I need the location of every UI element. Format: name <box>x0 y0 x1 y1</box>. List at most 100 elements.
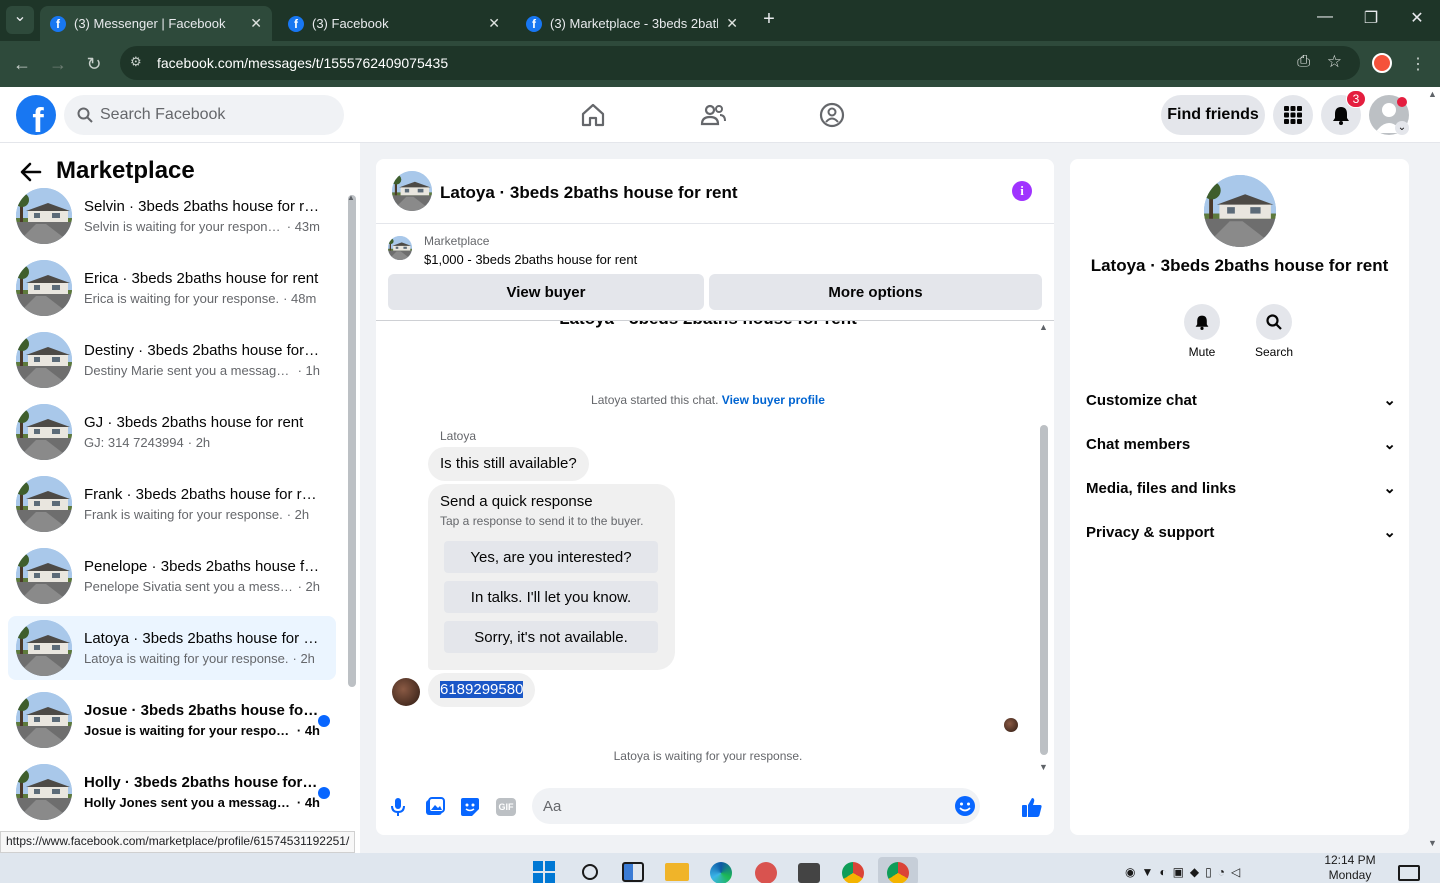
scroll-up-arrow-icon[interactable]: ▲ <box>347 193 355 202</box>
mute-button[interactable] <box>1184 304 1220 340</box>
bookmark-star-icon[interactable]: ☆ <box>1327 52 1342 72</box>
app-icon[interactable] <box>755 862 777 883</box>
microphone-icon[interactable] <box>390 797 406 817</box>
tab-marketplace[interactable]: f (3) Marketplace - 3beds 2baths ✕ <box>516 6 748 41</box>
store-icon[interactable] <box>798 863 820 883</box>
conversation-item[interactable]: Selvin · 3beds 2baths house for rent Selv… <box>8 184 336 248</box>
minimize-icon[interactable]: — <box>1310 8 1340 26</box>
emoji-icon[interactable] <box>954 795 976 817</box>
page-scroll-down-icon[interactable]: ▼ <box>1428 838 1437 848</box>
task-view-icon[interactable] <box>622 862 644 882</box>
section-label: Media, files and links <box>1086 479 1237 497</box>
tab-search-chevron-icon[interactable]: ⌄ <box>6 6 34 34</box>
file-explorer-icon[interactable] <box>665 863 689 881</box>
gif-icon[interactable]: GIF <box>496 798 516 816</box>
tab-messenger[interactable]: f (3) Messenger | Facebook ✕ <box>40 6 272 41</box>
media-files-links-section[interactable]: Media, files and links ⌄ <box>1086 479 1396 498</box>
conversation-name: Penelope · 3beds 2baths house for rent <box>84 558 320 575</box>
chat-scroll-down-icon[interactable]: ▼ <box>1039 762 1048 772</box>
conversation-preview: Josue is waiting for your respon... <box>84 723 293 738</box>
back-arrow-icon[interactable] <box>20 161 42 183</box>
chrome-icon[interactable] <box>842 862 864 883</box>
search-placeholder: Search Facebook <box>100 106 226 123</box>
profile-avatar-icon[interactable] <box>1372 53 1392 73</box>
message-composer: GIF Aa <box>376 784 1054 835</box>
more-options-button[interactable]: More options <box>709 274 1042 310</box>
chat-title[interactable]: Latoya · 3beds 2baths house for rent <box>440 183 738 203</box>
clock-day[interactable]: Monday <box>1318 868 1382 882</box>
close-tab-icon[interactable]: ✕ <box>726 15 738 32</box>
message-bubble[interactable]: Is this still available? <box>428 447 589 481</box>
groups-icon[interactable] <box>818 101 846 129</box>
sidebar-scrollbar[interactable] <box>348 195 356 687</box>
sender-avatar[interactable] <box>392 678 420 706</box>
new-tab-button[interactable]: + <box>754 8 784 31</box>
browser-menu-icon[interactable]: ⋮ <box>1406 54 1430 74</box>
details-avatar[interactable] <box>1204 175 1276 247</box>
sender-name: Latoya <box>440 429 477 443</box>
info-icon[interactable]: i <box>1012 181 1032 201</box>
find-friends-button[interactable]: Find friends <box>1161 95 1265 135</box>
chevron-down-icon: ⌄ <box>1383 524 1396 541</box>
system-tray-icons[interactable]: ◉▼◐▣◆▯◔◁ <box>1125 865 1246 879</box>
chat-scrollbar[interactable] <box>1040 425 1048 755</box>
conversation-item[interactable]: Latoya · 3beds 2baths house for rent Lato… <box>8 616 336 680</box>
friends-icon[interactable] <box>699 101 727 129</box>
url-field[interactable]: ⚙ facebook.com/messages/t/15557624090754… <box>120 46 1360 80</box>
unread-dot <box>318 787 330 799</box>
browser-tab-bar: ⌄ f (3) Messenger | Facebook ✕ f (3) Fac… <box>0 0 1440 41</box>
quick-response-in-talks[interactable]: In talks. I'll let you know. <box>444 581 658 613</box>
clock-time[interactable]: 12:14 PM <box>1318 853 1382 867</box>
install-app-icon[interactable]: ⎙ <box>1297 53 1310 71</box>
reload-icon[interactable]: ↻ <box>82 54 106 75</box>
facebook-favicon-icon: f <box>288 15 304 32</box>
search-chat-button[interactable] <box>1256 304 1292 340</box>
message-bubble-phone[interactable]: 6189299580 <box>428 673 536 707</box>
photo-icon[interactable] <box>425 797 445 817</box>
account-chevron-down-icon[interactable]: ⌄ <box>1395 121 1409 135</box>
house-photo <box>16 620 72 676</box>
conversation-item[interactable]: Frank · 3beds 2baths house for rent Frank… <box>8 472 336 536</box>
message-input[interactable]: Aa <box>532 788 980 824</box>
quick-response-yes[interactable]: Yes, are you interested? <box>444 541 658 573</box>
view-buyer-profile-link[interactable]: View buyer profile <box>722 393 825 407</box>
facebook-logo[interactable]: f <box>16 95 56 135</box>
customize-chat-section[interactable]: Customize chat ⌄ <box>1086 391 1396 410</box>
listing-thumbnail[interactable] <box>388 236 412 260</box>
close-tab-icon[interactable]: ✕ <box>250 15 262 32</box>
conversation-item[interactable]: Holly · 3beds 2baths house for rent Holly… <box>8 760 336 824</box>
notification-center-icon[interactable] <box>1398 865 1420 881</box>
chat-scroll-up-icon[interactable]: ▲ <box>1039 322 1048 332</box>
listing-title[interactable]: $1,000 - 3beds 2baths house for rent <box>424 252 637 267</box>
chat-panel: Latoya · 3beds 2baths house for rent i M… <box>376 159 1054 835</box>
restore-icon[interactable]: ❐ <box>1356 8 1386 28</box>
site-info-icon[interactable]: ⚙ <box>130 54 142 70</box>
house-photo <box>16 548 72 604</box>
back-icon[interactable]: ← <box>10 54 34 75</box>
conversation-item[interactable]: Erica · 3beds 2baths house for rent Erica… <box>8 256 336 320</box>
close-tab-icon[interactable]: ✕ <box>488 15 500 32</box>
edge-icon[interactable] <box>710 862 732 883</box>
start-icon[interactable] <box>533 861 555 883</box>
taskbar-search-icon[interactable] <box>580 862 600 882</box>
chat-members-section[interactable]: Chat members ⌄ <box>1086 435 1396 454</box>
home-icon[interactable] <box>579 101 607 129</box>
view-buyer-button[interactable]: View buyer <box>388 274 704 310</box>
menu-grid-icon[interactable] <box>1273 95 1313 135</box>
thumbs-up-icon[interactable] <box>1021 796 1043 818</box>
sticker-icon[interactable] <box>460 797 480 817</box>
privacy-support-section[interactable]: Privacy & support ⌄ <box>1086 523 1396 542</box>
conversation-item[interactable]: GJ · 3beds 2baths house for rent GJ: 314 … <box>8 400 336 464</box>
conversation-item[interactable]: Josue · 3beds 2baths house for rent Josue… <box>8 688 336 752</box>
chrome-active-taskbar-item[interactable] <box>878 857 918 883</box>
conversation-item[interactable]: Penelope · 3beds 2baths house for rent Pe… <box>8 544 336 608</box>
conversation-preview: Latoya is waiting for your response. <box>84 651 289 666</box>
tab-facebook[interactable]: f (3) Facebook ✕ <box>278 6 510 41</box>
quick-response-not-available[interactable]: Sorry, it's not available. <box>444 621 658 653</box>
close-window-icon[interactable]: ✕ <box>1402 8 1432 28</box>
chat-header-avatar[interactable] <box>392 171 432 211</box>
forward-icon[interactable]: → <box>46 54 70 75</box>
search-input[interactable]: Search Facebook <box>64 95 344 135</box>
conversation-item[interactable]: Destiny · 3beds 2baths house for rent Des… <box>8 328 336 392</box>
page-scroll-up-icon[interactable]: ▲ <box>1428 89 1437 99</box>
